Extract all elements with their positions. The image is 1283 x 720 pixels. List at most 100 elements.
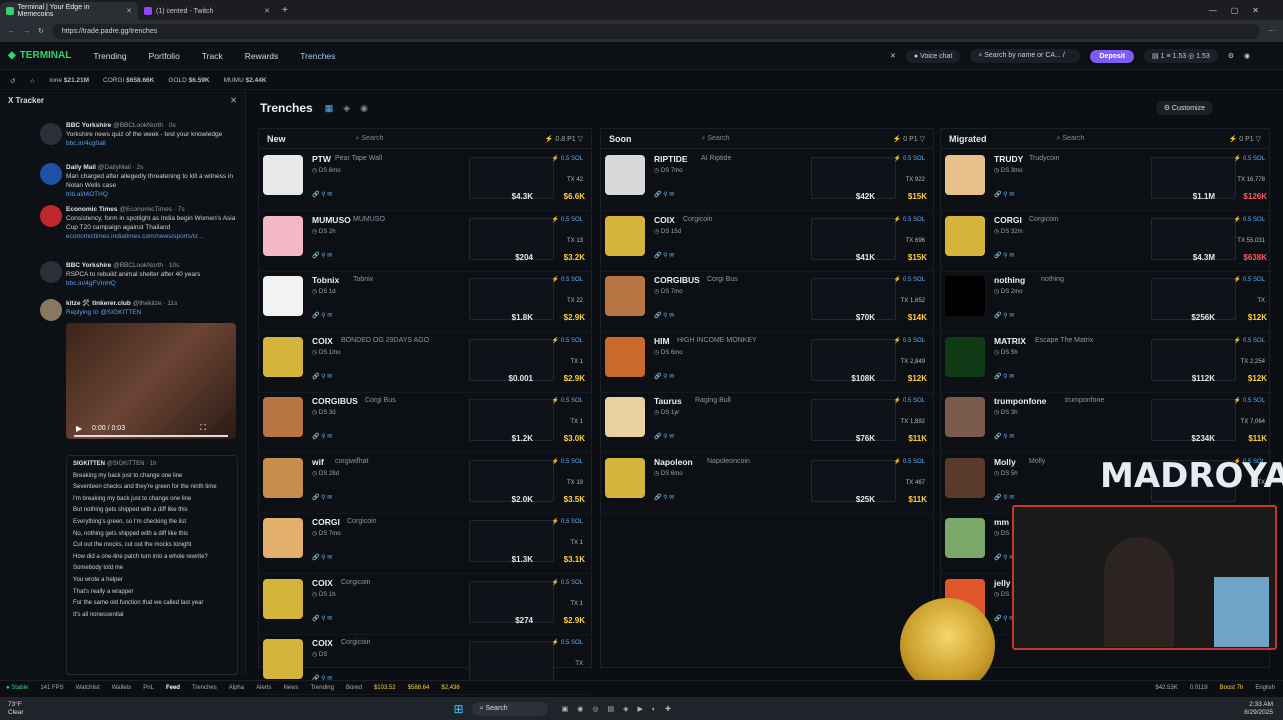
social-icons[interactable]: 🔗 ⚲ ✉ xyxy=(312,191,332,198)
filter-icon[interactable]: ◈ xyxy=(343,103,350,114)
bottom-trenches[interactable]: Trenches xyxy=(192,685,217,691)
token-row[interactable]: TRUDY Trudycoin ◷ DS 3mo 🔗 ⚲ ✉ ⚡ 0.5 SOL… xyxy=(941,151,1273,211)
quick-buy-button[interactable]: ⚡ 0.5 SOL xyxy=(894,155,925,162)
social-icons[interactable]: 🔗 ⚲ ✉ xyxy=(654,191,674,198)
global-search[interactable]: ⌕ Search by name or CA... / xyxy=(970,49,1081,63)
social-icons[interactable]: 🔗 ⚲ ✉ xyxy=(312,252,332,259)
social-icons[interactable]: 🔗 ⚲ ✉ xyxy=(312,615,332,622)
browser-tab-terminal[interactable]: Terminal | Your Edge in Memecoins ✕ xyxy=(0,2,138,20)
bottom-pnl[interactable]: PnL xyxy=(143,685,154,691)
token-row[interactable]: CORGIBUS Corgi Bus ◷ DS 3d 🔗 ⚲ ✉ ⚡ 0.5 S… xyxy=(259,393,591,453)
social-icons[interactable]: 🔗 ⚲ ✉ xyxy=(312,494,332,501)
profile-icon[interactable]: ◉ xyxy=(1244,52,1250,60)
tweet[interactable]: Economic Times @EconomicTimes · 7s Consis… xyxy=(66,205,236,241)
close-icon[interactable]: ✕ xyxy=(230,96,237,105)
social-icons[interactable]: 🔗 ⚲ ✉ xyxy=(994,252,1014,259)
token-row[interactable]: COIX BONDED OG 29DAYS AGO ◷ DS 1mo 🔗 ⚲ ✉… xyxy=(259,333,591,393)
quick-buy-button[interactable]: ⚡ 0.5 SOL xyxy=(1234,337,1265,344)
clock[interactable]: 2:33 AM 8/29/2025 xyxy=(1244,701,1273,717)
quick-buy-button[interactable]: ⚡ 0.5 SOL xyxy=(1234,155,1265,162)
ticker-item[interactable]: Ione $21.21M xyxy=(49,77,89,84)
weather-widget[interactable]: 73°F Clear xyxy=(8,701,24,717)
quick-buy-button[interactable]: ⚡ 0.5 SOL xyxy=(552,216,583,223)
reload-icon[interactable]: ↻ xyxy=(38,27,44,35)
social-icons[interactable]: 🔗 ⚲ ✉ xyxy=(654,494,674,501)
social-icons[interactable]: 🔗 ⚲ ✉ xyxy=(994,433,1014,440)
token-row[interactable]: PTW Pear Tape Wall ◷ DS 6mo 🔗 ⚲ ✉ ⚡ 0.5 … xyxy=(259,151,591,211)
social-icons[interactable]: 🔗 ⚲ ✉ xyxy=(312,373,332,380)
layout-icon[interactable]: ▦ xyxy=(325,103,334,114)
voice-chat-button[interactable]: ● Voice chat xyxy=(905,49,961,63)
tweet[interactable]: kitze 🛠️ tinkerer.club @thekitze · 11s Re… xyxy=(66,299,236,317)
forward-icon[interactable]: → xyxy=(23,28,30,35)
quick-buy-button[interactable]: ⚡ 0.5 SOL xyxy=(894,397,925,404)
token-row[interactable]: Napoleon Napoleoncoin ◷ DS 6mo 🔗 ⚲ ✉ ⚡ 0… xyxy=(601,454,933,514)
social-icons[interactable]: 🔗 ⚲ ✉ xyxy=(654,373,674,380)
settings-icon[interactable]: ⚙ xyxy=(1228,52,1234,60)
close-tab-icon[interactable]: ✕ xyxy=(126,7,132,15)
social-icons[interactable]: 🔗 ⚲ ✉ xyxy=(312,554,332,561)
quick-buy-button[interactable]: ⚡ 0.5 SOL xyxy=(552,397,583,404)
token-row[interactable]: CORGIBUS Corgi Bus ◷ DS 7mo 🔗 ⚲ ✉ ⚡ 0.5 … xyxy=(601,272,933,332)
social-icons[interactable]: 🔗 ⚲ ✉ xyxy=(312,312,332,319)
bottom-feed[interactable]: Feed xyxy=(166,685,180,691)
token-row[interactable]: HIM HIGH INCOME MONKEY ◷ DS 6mo 🔗 ⚲ ✉ ⚡ … xyxy=(601,333,933,393)
quick-buy-button[interactable]: ⚡ 0.5 SOL xyxy=(894,216,925,223)
customize-button[interactable]: ⚙ Customize xyxy=(1155,101,1213,115)
quick-buy-button[interactable]: ⚡ 0.5 SOL xyxy=(552,639,583,646)
token-row[interactable]: nothing nothing ◷ DS 2mo 🔗 ⚲ ✉ ⚡ 0.5 SOL… xyxy=(941,272,1273,332)
token-row[interactable]: MUMUSO MUMUSO ◷ DS 2h 🔗 ⚲ ✉ ⚡ 0.5 SOL TX… xyxy=(259,212,591,272)
extensions-icon[interactable]: ⋯ xyxy=(1268,27,1275,35)
social-icons[interactable]: 🔗 ⚲ ✉ xyxy=(312,433,332,440)
column-stats[interactable]: ⚡ 0 P1 ▽ xyxy=(893,135,925,143)
browser-tab-twitch[interactable]: (1) cented - Twitch ✕ xyxy=(138,2,276,20)
nav-rewards[interactable]: Rewards xyxy=(245,51,279,61)
close-tab-icon[interactable]: ✕ xyxy=(264,7,270,15)
token-row[interactable]: COIX Corgicoin ◷ DS 1h 🔗 ⚲ ✉ ⚡ 0.5 SOL T… xyxy=(259,575,591,635)
social-icons[interactable]: 🔗 ⚲ ✉ xyxy=(654,312,674,319)
x-icon[interactable]: ✕ xyxy=(890,52,896,60)
tweet[interactable]: BBC Yorkshire @BBCLookNorth · 0s Yorkshir… xyxy=(66,121,236,148)
settings-small-icon[interactable]: ◉ xyxy=(360,103,368,114)
video-progress[interactable] xyxy=(74,435,228,437)
quoted-tweet[interactable]: SIGKITTEN @SIGKITTEN · 1h Breaking my ba… xyxy=(66,455,238,675)
quick-buy-button[interactable]: ⚡ 0.5 SOL xyxy=(552,518,583,525)
ticker-item[interactable]: GOLD $6.59K xyxy=(168,77,209,84)
social-icons[interactable]: 🔗 ⚲ ✉ xyxy=(994,373,1014,380)
taskbar-apps-icon[interactable]: ▣◉◎▤◈▶◐✚ xyxy=(562,705,680,713)
token-row[interactable]: CORGI Corgicoin ◷ DS 32m 🔗 ⚲ ✉ ⚡ 0.5 SOL… xyxy=(941,212,1273,272)
social-icons[interactable]: 🔗 ⚲ ✉ xyxy=(654,252,674,259)
column-stats[interactable]: ⚡ 0.8 P1 ▽ xyxy=(545,135,583,143)
bottom-alerts[interactable]: Alerts xyxy=(256,685,271,691)
tweet[interactable]: Daily Mail @DailyMail · 2s Man charged af… xyxy=(66,163,236,199)
quick-buy-button[interactable]: ⚡ 0.5 SOL xyxy=(894,458,925,465)
ticker-item[interactable]: MUMU $2.44K xyxy=(224,77,267,84)
bottom-wallets[interactable]: Wallets xyxy=(112,685,131,691)
quick-buy-button[interactable]: ⚡ 0.5 SOL xyxy=(1234,276,1265,283)
url-field[interactable]: https://trade.padre.gg/trenches xyxy=(51,23,1260,39)
social-icons[interactable]: 🔗 ⚲ ✉ xyxy=(994,312,1014,319)
ticker-item[interactable]: CORGI $658.66K xyxy=(103,77,154,84)
new-tab-icon[interactable]: + xyxy=(282,5,288,16)
quick-buy-button[interactable]: ⚡ 0.5 SOL xyxy=(894,276,925,283)
column-search[interactable]: ⌕ Search xyxy=(702,135,782,143)
deposit-button[interactable]: Deposit xyxy=(1090,49,1135,63)
tweet-link[interactable]: trib.al/t4OTHQ xyxy=(66,191,108,198)
refresh-icon[interactable]: ↺ xyxy=(10,77,15,85)
token-row[interactable]: wif corgiwifhat ◷ DS 28d 🔗 ⚲ ✉ ⚡ 0.5 SOL… xyxy=(259,454,591,514)
wallet-balance[interactable]: ▤ 1 ≡ 1.53 ◎ 1.53 xyxy=(1144,49,1218,63)
token-row[interactable]: Tobnix Tobnix ◷ DS 1d 🔗 ⚲ ✉ ⚡ 0.5 SOL TX… xyxy=(259,272,591,332)
nav-track[interactable]: Track xyxy=(202,51,223,61)
tweet-link[interactable]: bbc.in/4gFVmHQ xyxy=(66,280,116,287)
taskbar-search[interactable]: ⌕ Search xyxy=(471,701,548,716)
social-icons[interactable]: 🔗 ⚲ ✉ xyxy=(994,494,1014,501)
token-row[interactable]: trumponfone trumponfone ◷ DS 3h 🔗 ⚲ ✉ ⚡ … xyxy=(941,393,1273,453)
nav-portfolio[interactable]: Portfolio xyxy=(149,51,180,61)
token-row[interactable]: COIX Corgicoin ◷ DS 15d 🔗 ⚲ ✉ ⚡ 0.5 SOL … xyxy=(601,212,933,272)
bottom-news[interactable]: News xyxy=(283,685,298,691)
quick-buy-button[interactable]: ⚡ 0.5 SOL xyxy=(552,276,583,283)
bottom-bored[interactable]: Bored xyxy=(346,685,362,691)
token-row[interactable]: Taurus Raging Bull ◷ DS 1yr 🔗 ⚲ ✉ ⚡ 0.5 … xyxy=(601,393,933,453)
fullscreen-icon[interactable]: ⛶ xyxy=(200,423,206,433)
tweet[interactable]: BBC Yorkshire @BBCLookNorth · 10s RSPCA t… xyxy=(66,261,236,288)
